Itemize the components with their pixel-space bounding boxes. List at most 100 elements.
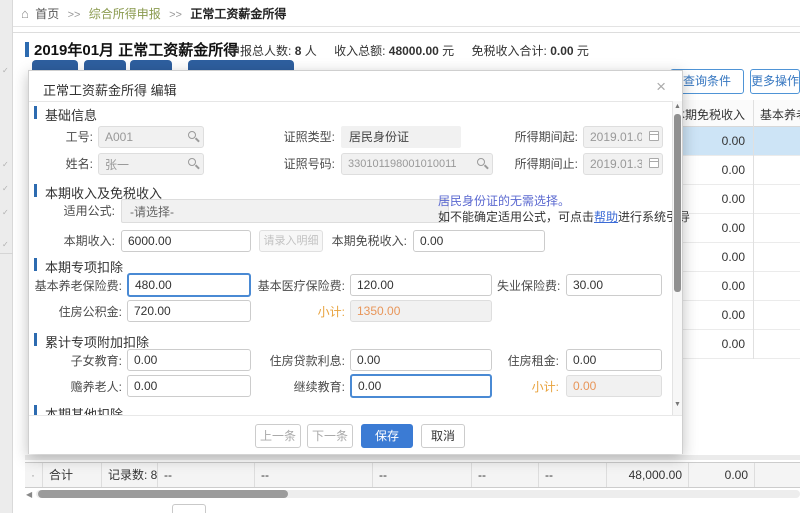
taxfree-label: 免税收入合计:: [472, 44, 547, 58]
title-accent-bar: [25, 42, 29, 57]
totals-income: 48,000.00: [607, 463, 689, 487]
scroll-thumb[interactable]: [674, 114, 681, 292]
column-pension: 基本养老保险费: [760, 106, 800, 123]
totals-cell: --: [472, 463, 539, 487]
cell-value: 0.00: [722, 250, 745, 264]
totals-cell: --: [158, 463, 255, 487]
cert-type-value: 居民身份证: [341, 126, 461, 148]
calendar-icon[interactable]: [649, 131, 659, 141]
cell-value: 0.00: [722, 163, 745, 177]
cell-value: 0.00: [722, 134, 745, 148]
save-button[interactable]: 保存: [361, 424, 413, 448]
sidebar-mark-icon: ✓: [2, 66, 9, 75]
totals-label: 合计: [43, 463, 102, 487]
section-deduction: 本期专项扣除: [45, 257, 123, 276]
sidebar-mark-icon: ✓: [2, 160, 9, 169]
collapsed-sidebar[interactable]: ✓ ✓ ✓ ✓ ✓: [0, 0, 13, 513]
breadcrumb-separator: >>: [169, 9, 182, 21]
prev-record-button[interactable]: 上一条: [255, 424, 301, 448]
elderly-label: 赡养老人:: [34, 376, 122, 398]
deduction-subtotal-field: [350, 300, 492, 322]
dialog-title: 正常工资薪金所得 编辑: [43, 80, 177, 99]
dialog-footer: 上一条 下一条 保存 取消: [29, 415, 682, 454]
cert-no-label: 证照号码:: [251, 153, 335, 175]
unemployment-field[interactable]: [566, 274, 662, 296]
taxfree-unit: 元: [577, 44, 589, 58]
cell-value: 0.00: [722, 308, 745, 322]
horizontal-scrollbar[interactable]: [36, 490, 800, 498]
housing-loan-field[interactable]: [350, 349, 492, 371]
income-value: 48000.00: [389, 44, 439, 58]
income-label: 本期收入:: [41, 230, 115, 252]
breadcrumb-current: 正常工资薪金所得: [190, 7, 286, 21]
housing-fund-field[interactable]: [127, 300, 251, 322]
taxfree-income-label: 本期免税收入:: [321, 230, 407, 252]
continuing-edu-label: 继续教育:: [257, 376, 345, 398]
deduction-subtotal-label: 小计:: [307, 301, 345, 323]
children-edu-field[interactable]: [127, 349, 251, 371]
children-edu-label: 子女教育:: [34, 350, 122, 372]
section-basic-info: 基础信息: [45, 105, 97, 124]
calendar-icon[interactable]: [649, 158, 659, 168]
hint-pre: 如不能确定适用公式，可点击: [438, 210, 594, 224]
search-icon[interactable]: [188, 158, 196, 166]
totals-cell: --: [539, 463, 607, 487]
totals-taxfree: 0.00: [689, 463, 755, 487]
housing-fund-label: 住房公积金:: [34, 301, 122, 323]
search-icon[interactable]: [188, 131, 196, 139]
income-field[interactable]: [121, 230, 251, 252]
enter-detail-button: 请录入明细: [259, 230, 323, 252]
sidebar-divider: [0, 253, 13, 254]
taxfree-income-field[interactable]: [413, 230, 545, 252]
help-link[interactable]: 帮助: [594, 210, 618, 224]
cert-type-label: 证照类型:: [251, 126, 335, 148]
pension-field[interactable]: [127, 273, 251, 297]
people-unit: 人: [305, 44, 317, 58]
formula-label: 适用公式:: [41, 200, 115, 222]
pagination-button[interactable]: [172, 504, 206, 513]
close-icon[interactable]: ×: [656, 77, 666, 97]
people-label: 申报总人数:: [228, 44, 291, 58]
column-divider: [753, 100, 754, 359]
breadcrumb-mid[interactable]: 综合所得申报: [89, 7, 161, 21]
page-title: 2019年01月 正常工资薪金所得: [34, 39, 238, 60]
name-label: 姓名:: [41, 153, 93, 175]
table-bottom-band: [25, 455, 800, 460]
period-end-label: 所得期间止:: [496, 153, 578, 175]
medical-field[interactable]: [350, 274, 492, 296]
breadcrumb-separator: >>: [68, 9, 81, 21]
home-icon: ⌂: [21, 6, 29, 21]
cell-value: 0.00: [722, 337, 745, 351]
more-actions-button[interactable]: 更多操作: [750, 69, 800, 94]
additional-subtotal-label: 小计:: [521, 376, 559, 398]
cell-value: 0.00: [722, 192, 745, 206]
continuing-edu-field[interactable]: [350, 374, 492, 398]
period-start-label: 所得期间起:: [496, 126, 578, 148]
next-record-button[interactable]: 下一条: [307, 424, 353, 448]
column-taxfree-income: 本期免税收入: [673, 106, 745, 123]
unemployment-label: 失业保险费:: [497, 275, 559, 297]
housing-rent-label: 住房租金:: [497, 350, 559, 372]
breadcrumb-home[interactable]: 首页: [35, 7, 59, 21]
cert-no-field[interactable]: [341, 153, 493, 175]
hscroll-thumb[interactable]: [38, 490, 288, 498]
totals-cell: --: [373, 463, 472, 487]
summary-stats: 申报总人数: 8 人 收入总额: 48000.00 元 免税收入合计: 0.00…: [228, 42, 589, 59]
medical-label: 基本医疗保险费:: [257, 275, 345, 297]
search-icon[interactable]: [477, 158, 485, 166]
elderly-field[interactable]: [127, 375, 251, 397]
hscroll-left-icon[interactable]: ◀: [26, 490, 32, 499]
formula-select[interactable]: -请选择-: [121, 199, 449, 223]
sidebar-mark-icon: ✓: [2, 184, 9, 193]
modal-scrollbar[interactable]: ▲ ▼: [672, 101, 682, 415]
edit-dialog: 正常工资薪金所得 编辑 × 基础信息 工号: 证照类型: 居民身份证 所得期间起…: [28, 70, 683, 454]
income-unit: 元: [442, 44, 454, 58]
totals-marker: ·: [25, 463, 43, 487]
cancel-button[interactable]: 取消: [421, 424, 465, 448]
scroll-down-icon[interactable]: ▼: [674, 401, 681, 408]
taxfree-value: 0.00: [550, 44, 573, 58]
totals-partial: 3: [755, 463, 800, 487]
emp-no-label: 工号:: [41, 126, 93, 148]
scroll-up-icon[interactable]: ▲: [674, 103, 681, 110]
housing-rent-field[interactable]: [566, 349, 662, 371]
